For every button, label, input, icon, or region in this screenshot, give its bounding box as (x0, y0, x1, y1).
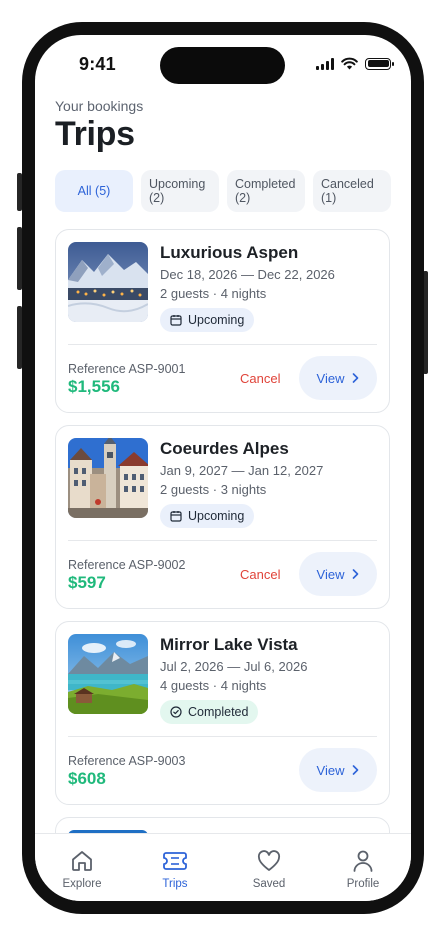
trip-guests: 4 guests · 4 nights (160, 678, 267, 693)
filter-chip-upcoming[interactable]: Upcoming (2) (141, 170, 219, 212)
trip-dates: Jan 9, 2027 — Jan 12, 2027 (160, 463, 324, 478)
booking-reference: Reference ASP-9003 (68, 754, 186, 768)
trip-price: $1,556 (68, 377, 120, 396)
tab-label: Trips (162, 878, 188, 890)
trip-dates: Dec 18, 2026 — Dec 22, 2026 (160, 267, 335, 282)
trip-card[interactable]: Luxurious Aspen Dec 18, 2026 — Dec 22, 2… (55, 229, 390, 413)
status-icons (316, 57, 394, 70)
home-icon (72, 851, 92, 871)
page-title: Trips (55, 115, 135, 153)
trip-name: Mirror Lake Vista (160, 635, 298, 654)
trip-name: Coeurdes Alpes (160, 439, 289, 458)
tab-label: Explore (62, 878, 102, 890)
view-button[interactable]: View (299, 748, 377, 792)
booking-reference: Reference ASP-9001 (68, 362, 186, 376)
trip-thumbnail (68, 634, 148, 714)
trip-guests: 2 guests · 3 nights (160, 482, 267, 497)
view-button-label: View (316, 762, 345, 778)
trip-dates: Jul 2, 2026 — Jul 6, 2026 (160, 659, 308, 674)
ticket-icon (163, 852, 187, 870)
heart-icon (257, 850, 281, 871)
chevron-right-icon (353, 569, 359, 579)
filter-chips: All (5) Upcoming (2) Completed (2) Cance… (55, 170, 391, 212)
calendar-icon (170, 315, 182, 326)
wifi-icon (341, 57, 358, 70)
tab-profile[interactable]: Profile (328, 848, 398, 890)
tab-explore[interactable]: Explore (47, 848, 117, 890)
trip-card[interactable]: Mirror Lake Vista Jul 2, 2026 — Jul 6, 2… (55, 621, 390, 805)
tab-saved[interactable]: Saved (234, 848, 304, 890)
tab-trips[interactable]: Trips (140, 848, 210, 890)
filter-chip-completed[interactable]: Completed (2) (227, 170, 305, 212)
page-eyebrow: Your bookings (55, 98, 144, 114)
trip-thumbnail (68, 438, 148, 518)
screen: 9:41 Your bookings Trips All (5) Upcomin… (35, 35, 411, 901)
status-badge-label: Upcoming (188, 313, 245, 327)
view-button[interactable]: View (299, 552, 377, 596)
status-time: 9:41 (79, 54, 116, 74)
calendar-icon (170, 511, 182, 522)
cancel-button[interactable]: Cancel (240, 567, 280, 582)
booking-reference: Reference ASP-9002 (68, 558, 186, 572)
tab-label: Saved (252, 878, 286, 890)
trip-thumbnail (68, 242, 148, 322)
status-badge: Completed (160, 700, 259, 724)
check-circle-icon (170, 706, 182, 718)
battery-icon (365, 57, 394, 70)
status-badge-label: Completed (188, 705, 249, 719)
cancel-button[interactable]: Cancel (240, 371, 280, 386)
chevron-right-icon (353, 373, 359, 383)
view-button-label: View (316, 566, 345, 582)
divider (68, 736, 377, 737)
status-badge: Upcoming (160, 504, 255, 528)
divider (68, 344, 377, 345)
view-button[interactable]: View (299, 356, 377, 400)
person-icon (353, 850, 373, 872)
view-button-label: View (316, 370, 345, 386)
dynamic-island (160, 47, 285, 84)
trip-card[interactable]: Coeurdes Alpes Jan 9, 2027 — Jan 12, 202… (55, 425, 390, 609)
divider (68, 540, 377, 541)
chevron-right-icon (353, 765, 359, 775)
tab-bar: Explore Trips Saved Profile (35, 833, 411, 901)
filter-chip-all[interactable]: All (5) (55, 170, 133, 212)
trip-name: Luxurious Aspen (160, 243, 299, 262)
status-badge: Upcoming (160, 308, 255, 332)
status-badge-label: Upcoming (188, 509, 245, 523)
trip-price: $608 (68, 769, 106, 788)
cellular-signal-icon (316, 57, 334, 70)
trip-price: $597 (68, 573, 106, 592)
trip-guests: 2 guests · 4 nights (160, 286, 267, 301)
tab-label: Profile (346, 878, 380, 890)
filter-chip-canceled[interactable]: Canceled (1) (313, 170, 391, 212)
